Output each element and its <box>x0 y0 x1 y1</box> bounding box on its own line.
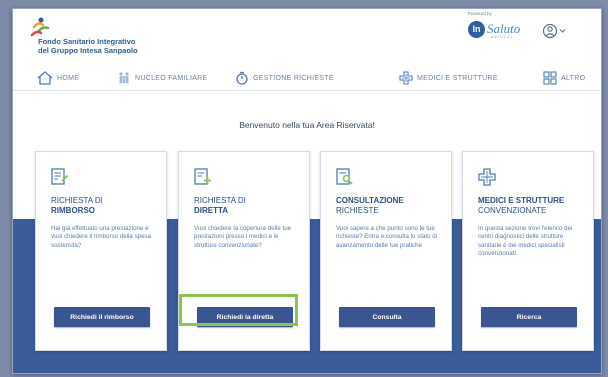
partner-sub: MEDICAL <box>491 35 514 39</box>
main-nav: HOME NUCLEO FAMILIARE GESTIONE RICHIESTE <box>13 65 601 91</box>
grid-icon <box>543 71 557 85</box>
powered-by-label: Powered by <box>468 11 492 16</box>
partner-mark: In <box>468 20 485 38</box>
card-title-line1: RICHIESTA DI <box>194 196 246 205</box>
card-medici: MEDICI E STRUTTURE CONVENZIONATE In ques… <box>462 151 594 351</box>
nav-requests-label: GESTIONE RICHIESTE <box>253 74 334 82</box>
card-title-line1: MEDICI E STRUTTURE <box>478 196 565 205</box>
nav-doctors-label: MEDICI E STRUTTURE <box>417 74 498 82</box>
logo-icon <box>30 17 50 37</box>
nav-more-label: ALTRO <box>561 74 586 82</box>
add-document-icon <box>194 168 211 185</box>
user-icon <box>542 23 566 39</box>
consulta-button[interactable]: Consulta <box>339 307 435 327</box>
card-title-line1: CONSULTAZIONE <box>336 196 404 205</box>
medical-cross-icon <box>478 168 496 186</box>
welcome-message: Benvenuto nella tua Area Riservata! <box>239 120 375 130</box>
timer-icon <box>236 71 248 85</box>
nav-family-label: NUCLEO FAMILIARE <box>135 74 208 82</box>
nav-more[interactable]: ALTRO <box>543 69 585 87</box>
medical-cross-icon <box>399 71 413 85</box>
richiedi-rimborso-button[interactable]: Richiedi il rimborso <box>54 307 150 327</box>
card-title-line1: RICHIESTA DI <box>51 196 103 205</box>
brand-name-line1: Fondo Sanitario Integrativo <box>38 37 136 46</box>
edit-document-icon <box>51 168 69 185</box>
card-title-line2: CONVENZIONATE <box>478 206 547 215</box>
app-window: Fondo Sanitario Integrativo del Gruppo I… <box>12 8 602 374</box>
header: Fondo Sanitario Integrativo del Gruppo I… <box>13 9 601 57</box>
card-description: Hai già effettuato una prestazione e vuo… <box>51 225 152 249</box>
nav-home-label: HOME <box>57 74 80 82</box>
card-rimborso: RICHIESTA DI RIMBORSO Hai già effettuato… <box>35 151 167 351</box>
card-description: Vuoi sapere a che punto sono le tue rich… <box>336 225 438 249</box>
family-icon <box>119 72 129 84</box>
card-description: Vuoi chiedere la copertura delle tue pre… <box>194 225 292 249</box>
card-consultazione: CONSULTAZIONE RICHIESTE Vuoi sapere a ch… <box>320 151 452 351</box>
ricerca-button[interactable]: Ricerca <box>481 307 577 327</box>
nav-doctors[interactable]: MEDICI E STRUTTURE <box>399 69 498 87</box>
brand-name-line2: del Gruppo Intesa Sanpaolo <box>38 46 138 55</box>
search-document-icon <box>336 168 353 185</box>
card-description: In questa sezione trovi l'elenco dei cen… <box>478 225 573 257</box>
brand-logo[interactable]: Fondo Sanitario Integrativo del Gruppo I… <box>29 17 159 55</box>
card-title-line2: DIRETTA <box>194 206 229 215</box>
nav-home[interactable]: HOME <box>37 69 79 87</box>
home-icon <box>37 71 53 85</box>
card-title-line2: RICHIESTE <box>336 206 379 215</box>
user-menu[interactable] <box>542 22 568 40</box>
partner-logo: In Saluto MEDICAL <box>468 18 520 40</box>
highlight-box <box>179 294 298 326</box>
card-title-line2: RIMBORSO <box>51 206 95 215</box>
nav-requests[interactable]: GESTIONE RICHIESTE <box>235 69 334 87</box>
nav-family[interactable]: NUCLEO FAMILIARE <box>117 69 207 87</box>
